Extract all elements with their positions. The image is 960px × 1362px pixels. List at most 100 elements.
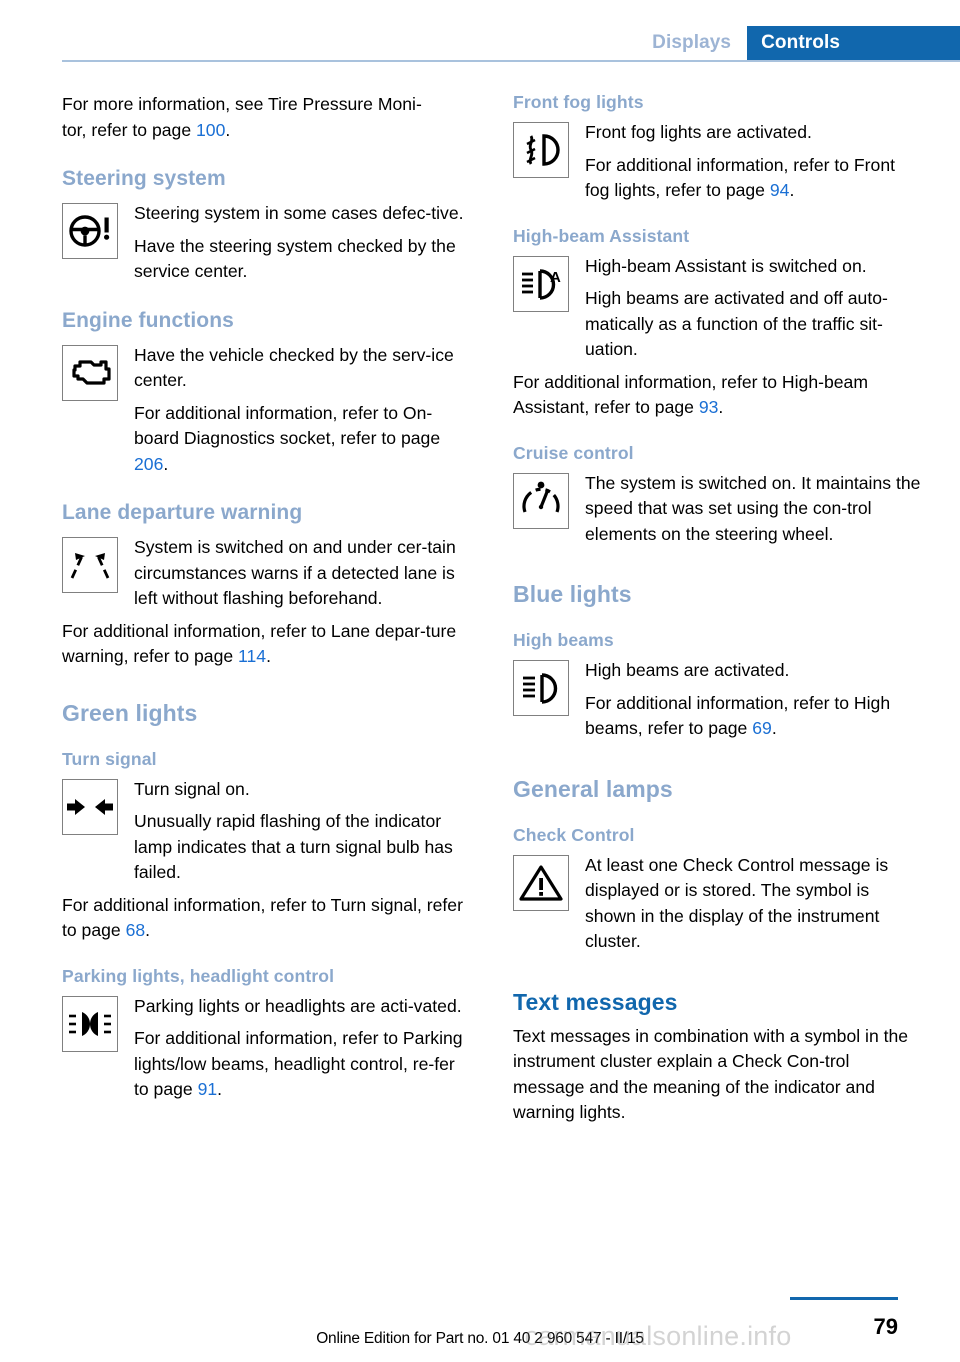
turn-signal-para-3-prefix: For additional information, refer to Tur… [62, 894, 463, 941]
section-heading-high-beam-assistant: High-beam Assistant [513, 225, 690, 246]
section-heading-green-lights: Green lights [62, 699, 198, 726]
front-fog-para-2-suffix: . [789, 180, 795, 200]
entry-parking-lights: Parking lights or headlights are acti-va… [62, 994, 470, 1103]
high-beams-para-2-prefix: For additional information, refer to Hig… [585, 692, 891, 739]
section-heading-steering-system: Steering system [62, 167, 226, 190]
turn-signal-para-3-suffix: . [145, 920, 151, 940]
section-heading-text-messages: Text messages [513, 988, 678, 1015]
turn-signal-para-2: Unusually rapid flashing of the indicato… [134, 811, 453, 882]
turn-signal-para-1: Turn signal on. [134, 778, 250, 799]
left-column: For more information, see Tire Pressure … [62, 92, 470, 1105]
section-heading-general-lamps: General lamps [513, 775, 673, 802]
page-reference-link[interactable]: 68 [126, 920, 146, 940]
section-heading-parking-lights: Parking lights, headlight control [62, 965, 335, 986]
entry-high-beam-assistant: A High-beam Assistant is switched on. Hi… [513, 254, 921, 421]
tab-controls[interactable]: Controls [747, 26, 960, 60]
cruise-control-gauge-icon [513, 472, 569, 529]
page-reference-link[interactable]: 93 [699, 397, 719, 417]
check-control-para-1: At least one Check Control message is di… [585, 854, 889, 952]
entry-turn-signal: Turn signal on. Unusually rapid flashing… [62, 777, 470, 944]
header-divider [62, 60, 960, 62]
intro-paragraph: For more information, see Tire Pressure … [62, 92, 470, 143]
page-reference-link[interactable]: 91 [198, 1079, 218, 1099]
entry-steering-text: Steering system in some cases defec-tive… [62, 201, 470, 227]
entry-steering-system: Steering system in some cases defec-tive… [62, 201, 470, 285]
parking-lights-para-2-suffix: . [217, 1079, 223, 1099]
entry-engine-text: Have the vehicle checked by the serv-ice… [62, 343, 470, 394]
front-fog-para-2-prefix: For additional information, refer to Fro… [585, 154, 895, 201]
entry-parking-lights-runover: For additional information, refer to Par… [62, 1026, 470, 1103]
section-heading-engine-functions: Engine functions [62, 308, 234, 332]
page-reference-link[interactable]: 69 [752, 718, 772, 738]
entry-check-control: At least one Check Control message is di… [513, 853, 921, 955]
entry-lane-departure-runover: For additional information, refer to Lan… [62, 619, 470, 670]
entry-high-beams-text: High beams are activated. For additional… [513, 658, 921, 742]
section-heading-front-fog-lights: Front fog lights [513, 92, 644, 112]
entry-lane-departure: System is switched on and under cer-tain… [62, 535, 470, 670]
intro-line-2-suffix: . [225, 119, 231, 140]
entry-lane-departure-text: System is switched on and under cer-tain… [62, 535, 470, 612]
high-beams-para-1: High beams are activated. [585, 660, 790, 680]
parking-lights-para-2-prefix: For additional information, refer to Par… [134, 1028, 463, 1099]
entry-steering-runover: Have the steering system checked by the … [62, 234, 470, 285]
page-reference-link[interactable]: 94 [770, 180, 790, 200]
footer-accent-rule [790, 1297, 898, 1300]
right-column: Front fog lights Front fog lights are ac… [513, 92, 921, 1126]
entry-high-beam-assistant-text: High-beam Assistant is switched on. High… [513, 254, 921, 363]
section-heading-cruise-control: Cruise control [513, 442, 634, 463]
svg-text:A: A [550, 269, 561, 286]
entry-engine-runover: For additional information, refer to On-… [62, 401, 470, 478]
high-beam-assistant-icon: A [513, 255, 569, 312]
section-heading-lane-departure-warning: Lane departure warning [62, 501, 303, 524]
page-reference-link[interactable]: 206 [134, 454, 163, 474]
tab-displays[interactable]: Displays [642, 26, 747, 60]
intro-line-2-prefix: tor, refer to page [62, 119, 196, 140]
intro-line-1: For more information, see Tire Pressure … [62, 94, 422, 114]
lane-departure-para-2-suffix: . [266, 646, 271, 666]
section-heading-blue-lights: Blue lights [513, 581, 632, 607]
lane-departure-warning-icon [62, 537, 118, 593]
parking-lights-icon [62, 995, 118, 1052]
cruise-control-para-1: The system is switched on. It maintains … [585, 472, 921, 544]
entry-cruise-control-text: The system is switched on. It maintains … [513, 471, 921, 548]
text-messages-para-1: Text messages in combination with a symb… [513, 1025, 909, 1123]
front-fog-light-icon [513, 122, 569, 178]
high-beams-para-2-suffix: . [771, 718, 777, 738]
entry-high-beam-assistant-runover: For additional information, refer to Hig… [513, 370, 921, 421]
parking-lights-para-1: Parking lights or headlights are acti-va… [134, 995, 462, 1016]
entry-turn-signal-text: Turn signal on. Unusually rapid flashing… [62, 777, 470, 886]
entry-cruise-control: The system is switched on. It maintains … [513, 471, 921, 548]
hba-para-2: High beams are activated and off auto-ma… [585, 288, 888, 359]
engine-para-2-prefix: For additional information, refer to On-… [134, 402, 441, 449]
steering-para-2: Have the steering system checked by the … [134, 235, 456, 282]
engine-para-2-suffix: . [163, 453, 169, 474]
front-fog-para-1: Front fog lights are activated. [585, 122, 812, 142]
hba-para-1: High-beam Assistant is switched on. [585, 255, 867, 276]
hba-para-3-prefix: For additional information, refer to Hig… [513, 371, 868, 418]
page-reference-link[interactable]: 100 [196, 120, 225, 140]
lane-departure-para-1: System is switched on and under cer-tain… [134, 537, 456, 608]
entry-check-control-text: At least one Check Control message is di… [513, 853, 921, 955]
section-heading-high-beams: High beams [513, 630, 614, 650]
chapter-tabs: Displays Controls [642, 26, 960, 60]
engine-check-icon [62, 344, 118, 401]
section-heading-check-control: Check Control [513, 824, 635, 845]
entry-engine-functions: Have the vehicle checked by the serv-ice… [62, 343, 470, 478]
steering-wheel-warning-icon [62, 203, 118, 259]
entry-parking-lights-text: Parking lights or headlights are acti-va… [62, 994, 470, 1020]
turn-signal-arrows-icon [62, 778, 118, 835]
page-footer: 79 Online Edition for Part no. 01 40 2 9… [0, 1282, 960, 1362]
page-reference-link[interactable]: 114 [238, 646, 266, 666]
high-beam-icon [513, 660, 569, 716]
entry-front-fog-lights: Front fog lights are activated. For addi… [513, 120, 921, 204]
steering-para-1: Steering system in some cases defec-tive… [134, 203, 464, 223]
page-header: Displays Controls [0, 0, 960, 64]
engine-para-1: Have the vehicle checked by the serv-ice… [134, 344, 454, 391]
warning-triangle-icon [513, 854, 569, 911]
hba-para-3-suffix: . [718, 397, 724, 417]
edition-notice: Online Edition for Part no. 01 40 2 960 … [316, 1330, 644, 1347]
entry-high-beams: High beams are activated. For additional… [513, 658, 921, 742]
entry-front-fog-text: Front fog lights are activated. For addi… [513, 120, 921, 204]
entry-turn-signal-runover: For additional information, refer to Tur… [62, 893, 470, 944]
section-heading-turn-signal: Turn signal [62, 748, 157, 769]
